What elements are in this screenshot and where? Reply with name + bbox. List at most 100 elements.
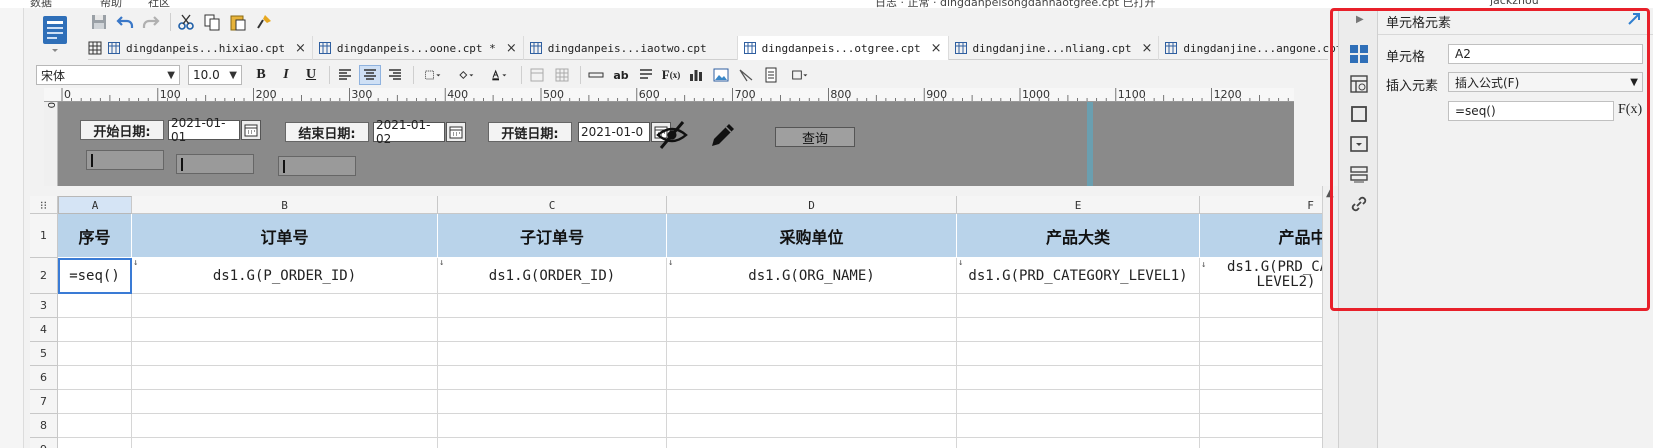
merge-cells-icon[interactable] — [526, 65, 548, 85]
parameter-widget-1[interactable] — [86, 150, 164, 170]
align-center-icon[interactable] — [359, 65, 381, 85]
template-dataset-icon[interactable] — [40, 14, 74, 54]
tab-file-3[interactable]: dingdanpeis...iaotwo.cpt — [524, 36, 738, 60]
cell-d4[interactable] — [667, 318, 957, 342]
cell-a8[interactable] — [58, 414, 132, 438]
cell-b3[interactable] — [132, 294, 438, 318]
text-icon[interactable]: ab — [610, 65, 632, 85]
format-painter-icon[interactable] — [253, 11, 275, 33]
formula-editor-button[interactable]: F(x) — [1618, 102, 1642, 118]
cell-e9[interactable] — [957, 438, 1200, 448]
cell-b6[interactable] — [132, 366, 438, 390]
paragraph-icon[interactable] — [635, 65, 657, 85]
cell-e4[interactable] — [957, 318, 1200, 342]
cell-b1[interactable]: 订单号 — [132, 214, 438, 258]
row-header-3[interactable]: 3 — [30, 294, 58, 318]
query-button[interactable]: 查询 — [775, 127, 855, 147]
row-header-9[interactable]: 9 — [30, 438, 58, 448]
chain-date-input[interactable]: 2021-01-0 — [578, 122, 671, 142]
cell-c8[interactable] — [438, 414, 667, 438]
cell-e1[interactable]: 产品大类 — [957, 214, 1200, 258]
cell-address-field[interactable]: A2 — [1448, 44, 1643, 64]
cell-a2[interactable]: =seq() — [58, 258, 132, 294]
tab-file-1[interactable]: dingdanpeis...hixiao.cpt × — [102, 36, 313, 60]
text-field-icon[interactable] — [585, 65, 607, 85]
hidden-eye-icon[interactable] — [655, 118, 689, 152]
underline-button[interactable]: U — [300, 65, 322, 85]
align-right-icon[interactable] — [384, 65, 406, 85]
row-header-8[interactable]: 8 — [30, 414, 58, 438]
border-icon[interactable] — [418, 65, 448, 85]
cell-d5[interactable] — [667, 342, 957, 366]
cell-b5[interactable] — [132, 342, 438, 366]
cell-a6[interactable] — [58, 366, 132, 390]
cell-a5[interactable] — [58, 342, 132, 366]
cell-d8[interactable] — [667, 414, 957, 438]
menu-item-help[interactable]: 帮助 — [100, 0, 122, 8]
cell-e5[interactable] — [957, 342, 1200, 366]
cell-d7[interactable] — [667, 390, 957, 414]
close-icon[interactable]: × — [1141, 41, 1152, 56]
cell-c2[interactable]: ↓ ds1.G(ORDER_ID) — [438, 258, 667, 294]
cell-c3[interactable] — [438, 294, 667, 318]
row-header-2[interactable]: 2 — [30, 258, 58, 294]
pin-panel-icon[interactable] — [1627, 12, 1641, 26]
column-header-d[interactable]: D — [667, 196, 957, 214]
cell-e8[interactable] — [957, 414, 1200, 438]
sub-report-icon[interactable] — [760, 65, 782, 85]
row-header-4[interactable]: 4 — [30, 318, 58, 342]
cell-d9[interactable] — [667, 438, 957, 448]
cell-a1[interactable]: 序号 — [58, 214, 132, 258]
cell-c4[interactable] — [438, 318, 667, 342]
cell-e2[interactable]: ↓ ds1.G(PRD_CATEGORY_LEVEL1) — [957, 258, 1200, 294]
image-icon[interactable] — [710, 65, 732, 85]
cell-a4[interactable] — [58, 318, 132, 342]
parameter-panel-edge[interactable] — [1087, 102, 1093, 186]
slash-icon[interactable] — [735, 65, 757, 85]
italic-button[interactable]: I — [275, 65, 297, 85]
pencil-icon[interactable] — [706, 118, 740, 152]
widget-settings-icon[interactable] — [1349, 134, 1369, 154]
cell-d6[interactable] — [667, 366, 957, 390]
menu-item-data[interactable]: 数据 — [30, 0, 52, 8]
row-header-5[interactable]: 5 — [30, 342, 58, 366]
cell-e7[interactable] — [957, 390, 1200, 414]
bold-button[interactable]: B — [250, 65, 272, 85]
parameter-widget-3[interactable] — [278, 156, 356, 176]
collapse-panel-icon[interactable]: ▶ — [1356, 14, 1364, 25]
column-header-b[interactable]: B — [132, 196, 438, 214]
close-icon[interactable]: × — [295, 41, 306, 56]
column-header-a[interactable]: A — [58, 196, 132, 214]
tab-file-2[interactable]: dingdanpeis...oone.cpt * × — [313, 36, 524, 60]
cell-d3[interactable] — [667, 294, 957, 318]
close-icon[interactable]: × — [931, 41, 942, 56]
vertical-scrollbar[interactable]: ▲ — [1322, 186, 1338, 448]
undo-icon[interactable] — [114, 11, 136, 33]
fill-color-icon[interactable] — [451, 65, 481, 85]
column-header-e[interactable]: E — [957, 196, 1200, 214]
tab-file-4-active[interactable]: dingdanpeis...otgree.cpt × — [737, 36, 949, 60]
cell-d2[interactable]: ↓ ds1.G(ORG_NAME) — [667, 258, 957, 294]
calendar-icon[interactable] — [446, 122, 466, 142]
cell-b4[interactable] — [132, 318, 438, 342]
copy-icon[interactable] — [201, 11, 223, 33]
cell-d1[interactable]: 采购单位 — [667, 214, 957, 258]
paste-icon[interactable] — [227, 11, 249, 33]
cell-style-icon[interactable] — [1349, 104, 1369, 124]
redo-icon[interactable] — [140, 11, 162, 33]
condition-attribute-icon[interactable] — [1349, 164, 1369, 184]
tab-list-icon[interactable] — [88, 36, 102, 59]
cell-border-menu-icon[interactable] — [785, 65, 815, 85]
font-color-icon[interactable] — [484, 65, 514, 85]
formula-input[interactable]: =seq() — [1448, 101, 1614, 121]
cell-e3[interactable] — [957, 294, 1200, 318]
cell-b8[interactable] — [132, 414, 438, 438]
font-family-select[interactable]: 宋体 ▼ — [36, 65, 180, 85]
cut-icon[interactable] — [175, 11, 197, 33]
cell-c7[interactable] — [438, 390, 667, 414]
start-date-input[interactable]: 2021-01-01 — [168, 116, 261, 144]
user-name[interactable]: jackzhou — [1490, 0, 1539, 7]
cell-c5[interactable] — [438, 342, 667, 366]
cell-a7[interactable] — [58, 390, 132, 414]
hyperlink-icon[interactable] — [1349, 194, 1369, 214]
